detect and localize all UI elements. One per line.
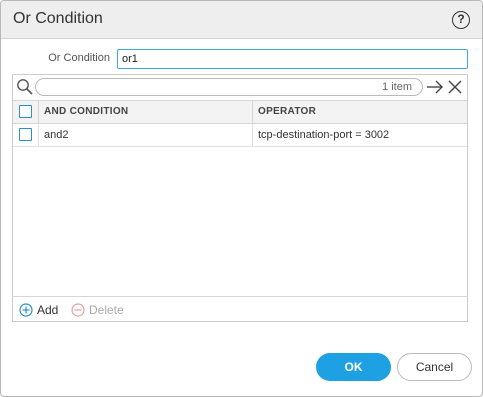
add-button[interactable]: Add (19, 302, 58, 318)
grid-footer-toolbar: Add Delete (13, 296, 467, 321)
operator-cell: tcp-destination-port = 3002 (258, 129, 390, 141)
cancel-button[interactable]: Cancel (397, 353, 472, 381)
arrow-right-icon[interactable] (426, 79, 444, 95)
table-row[interactable]: and2 tcp-destination-port = 3002 (13, 124, 467, 147)
help-icon[interactable]: ? (452, 11, 470, 29)
column-header-operator[interactable]: OPERATOR (253, 101, 467, 123)
search-icon (17, 79, 33, 95)
row-select-cell (13, 124, 39, 146)
and-condition-grid: 1 item AND CONDITION OPERATOR and2 tcp-d… (12, 74, 468, 322)
row-checkbox[interactable] (19, 128, 32, 141)
column-header-and-condition[interactable]: AND CONDITION (39, 101, 253, 123)
delete-label: Delete (89, 303, 124, 317)
dialog-title: Or Condition (13, 10, 103, 27)
remove-circle-icon (71, 303, 85, 317)
and-condition-cell[interactable]: and2 (39, 124, 253, 146)
dialog-titlebar: Or Condition ? (1, 1, 482, 39)
select-all-checkbox[interactable] (19, 105, 32, 118)
grid-header: AND CONDITION OPERATOR (13, 100, 467, 124)
grid-search-input[interactable]: 1 item (35, 78, 423, 96)
delete-button: Delete (71, 302, 124, 318)
ok-button[interactable]: OK (316, 353, 391, 381)
or-condition-dialog: Or Condition ? Or Condition 1 item (0, 0, 483, 397)
grid-search-bar: 1 item (13, 75, 467, 99)
close-icon[interactable] (448, 80, 462, 94)
add-label: Add (37, 303, 59, 317)
add-circle-icon (19, 303, 33, 317)
item-count: 1 item (382, 81, 412, 93)
or-condition-label: Or Condition (48, 52, 110, 64)
or-condition-input[interactable] (117, 49, 468, 69)
header-select-all-cell (13, 101, 39, 123)
